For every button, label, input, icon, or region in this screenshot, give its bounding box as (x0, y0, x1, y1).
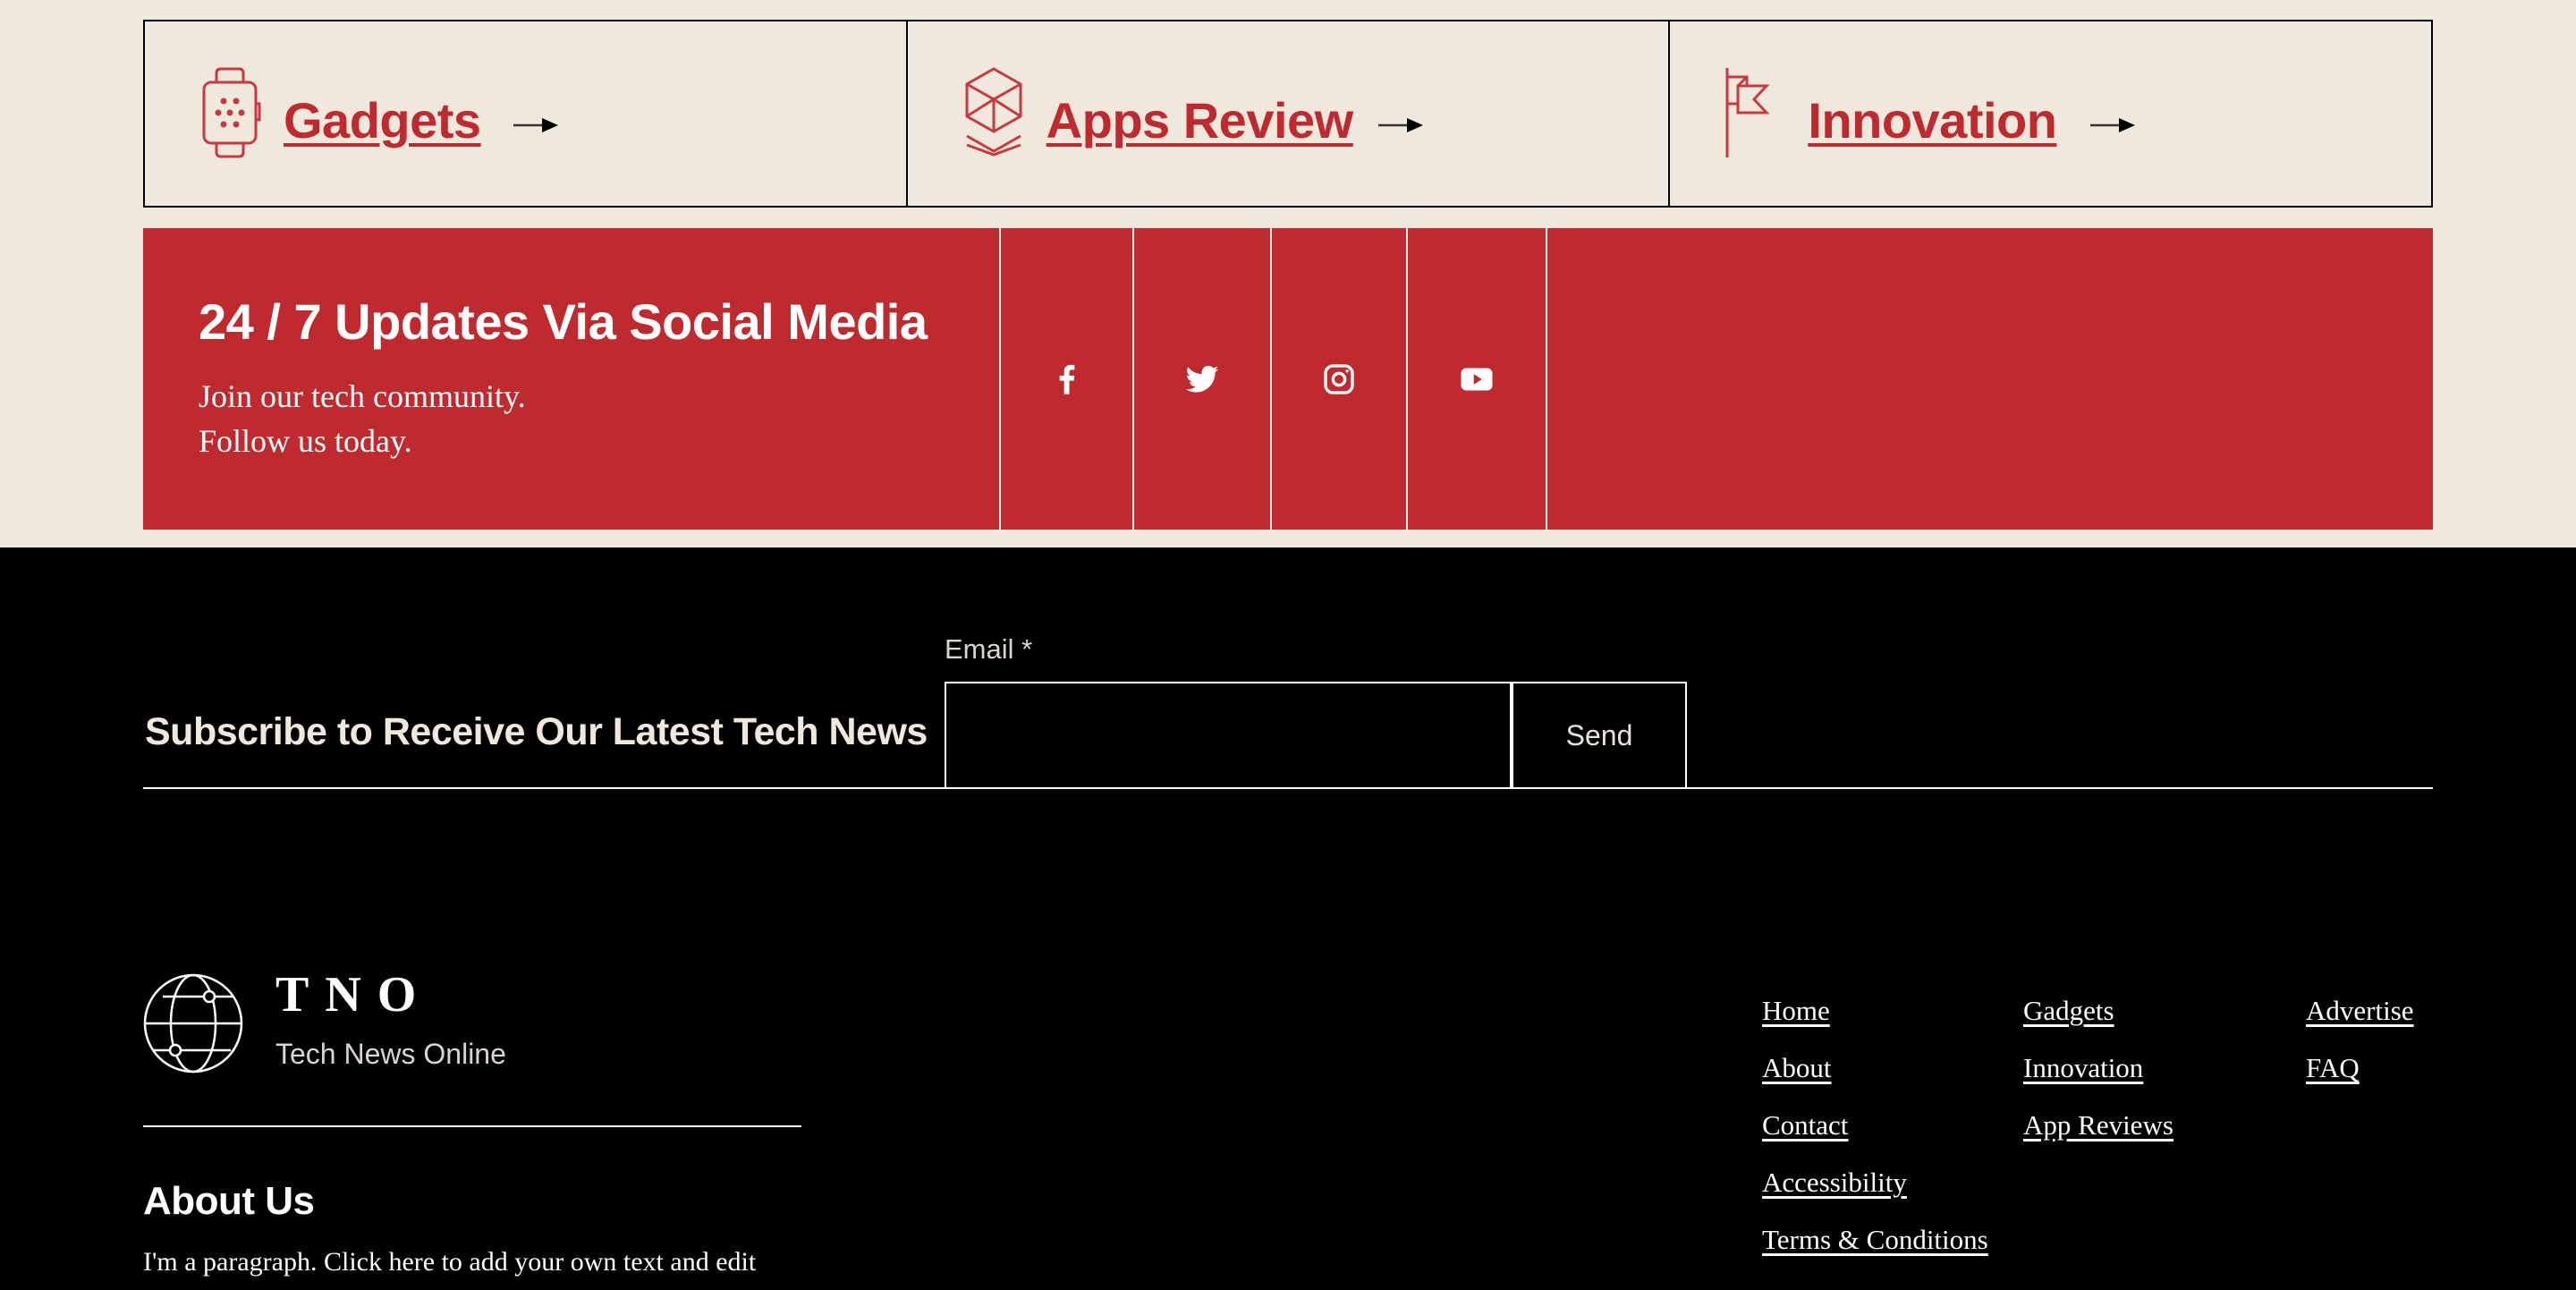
brand-tagline: Tech News Online (275, 1038, 506, 1070)
subscribe-divider (143, 787, 2433, 789)
arrow-right-icon (1377, 118, 1423, 132)
social-banner-subtitle: Join our tech community. Follow us today… (199, 374, 526, 463)
category-gadgets[interactable]: Gadgets (145, 21, 906, 206)
footer-link-faq[interactable]: FAQ (2306, 1052, 2360, 1084)
footer-link-gadgets[interactable]: Gadgets (2023, 995, 2114, 1027)
footer-link-terms[interactable]: Terms & Conditions (1762, 1224, 1988, 1256)
footer-link-app-reviews[interactable]: App Reviews (2023, 1109, 2174, 1141)
email-label: Email * (945, 633, 1033, 665)
arrow-right-icon (2090, 118, 2136, 132)
footer-link-about[interactable]: About (1762, 1052, 1832, 1084)
footer-link-home[interactable]: Home (1762, 995, 1830, 1027)
instagram-link[interactable] (1272, 228, 1406, 530)
divider (1546, 228, 1547, 530)
subtitle-line-1: Join our tech community. (199, 378, 526, 414)
footer-link-innovation[interactable]: Innovation (2023, 1052, 2143, 1084)
facebook-link[interactable] (1001, 228, 1132, 530)
category-label[interactable]: Apps Review (1046, 91, 1354, 149)
category-apps-review[interactable]: Apps Review (905, 21, 1669, 206)
facebook-icon (1059, 364, 1074, 395)
globe-logo-icon (143, 973, 243, 1074)
twitter-link[interactable] (1134, 228, 1270, 530)
category-innovation[interactable]: Innovation (1668, 21, 2431, 206)
category-label[interactable]: Gadgets (284, 91, 481, 149)
social-banner-title: 24 / 7 Updates Via Social Media (199, 293, 928, 350)
cube-stack-icon (965, 67, 1022, 157)
youtube-link[interactable] (1408, 228, 1546, 530)
social-banner: 24 / 7 Updates Via Social Media Join our… (143, 228, 2433, 530)
brand-divider (143, 1125, 801, 1127)
email-input[interactable] (945, 682, 1512, 788)
subscribe-heading: Subscribe to Receive Our Latest Tech New… (145, 710, 928, 753)
smartwatch-icon (202, 67, 261, 158)
about-paragraph: I'm a paragraph. Click here to add your … (143, 1247, 757, 1277)
flag-icon (1725, 68, 1770, 157)
footer-link-advertise[interactable]: Advertise (2306, 995, 2414, 1027)
footer-link-accessibility[interactable]: Accessibility (1762, 1167, 1907, 1199)
category-bar: Gadgets Apps Review Innovation (143, 20, 2433, 208)
send-button[interactable]: Send (1512, 682, 1687, 788)
brand-name: TNO (275, 967, 433, 1023)
youtube-icon (1461, 368, 1493, 390)
subtitle-line-2: Follow us today. (199, 423, 412, 459)
instagram-icon (1324, 363, 1354, 395)
twitter-icon (1185, 365, 1219, 393)
arrow-right-icon (513, 118, 558, 132)
footer: Subscribe to Receive Our Latest Tech New… (0, 547, 2576, 1290)
category-label[interactable]: Innovation (1808, 91, 2057, 149)
footer-link-contact[interactable]: Contact (1762, 1109, 1848, 1141)
about-heading: About Us (143, 1179, 315, 1223)
